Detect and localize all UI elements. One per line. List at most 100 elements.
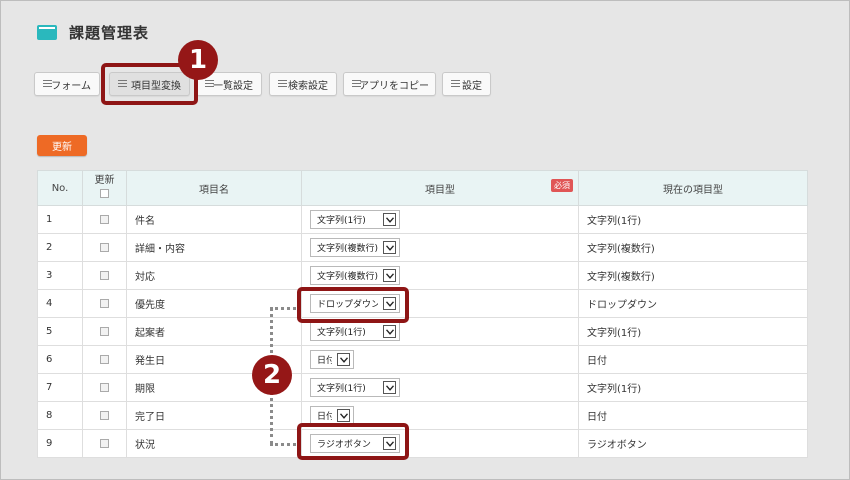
- row-update-cell: [82, 401, 127, 430]
- header-no: No.: [37, 170, 83, 206]
- table-row: 4 優先度 ドロップダウン ドロップダウン: [37, 289, 808, 318]
- field-type-value: 文字列(複数行): [317, 244, 378, 254]
- required-badge: 必須: [551, 179, 573, 192]
- row-field-name: 優先度: [126, 289, 302, 318]
- row-field-name: 完了日: [126, 401, 302, 430]
- row-number: 4: [37, 289, 83, 318]
- row-current-type: 文字列(複数行): [578, 261, 808, 290]
- row-update-checkbox[interactable]: [100, 326, 109, 336]
- step-badge-1: 1: [178, 40, 218, 80]
- table-row: 5 起案者 文字列(1行) 文字列(1行): [37, 317, 808, 346]
- row-update-checkbox[interactable]: [100, 270, 109, 280]
- field-table-wrapper: No. 更新 項目名 項目型 必須 現在の項目型 1 件名 文字列(1行) 文字列(1…: [37, 170, 808, 458]
- row-update-cell: [82, 261, 127, 290]
- row-field-name: 起案者: [126, 317, 302, 346]
- row-field-type-cell: 文字列(複数行): [301, 261, 579, 290]
- radio-highlight-box: [297, 423, 409, 460]
- field-type-select[interactable]: 文字列(1行): [310, 210, 400, 229]
- row-update-cell: [82, 317, 127, 346]
- row-update-checkbox[interactable]: [100, 214, 109, 224]
- row-number: 2: [37, 233, 83, 262]
- field-type-value: 文字列(1行): [317, 216, 366, 226]
- header-field-name: 項目名: [126, 170, 302, 206]
- chevron-down-icon: [383, 269, 396, 282]
- row-number: 5: [37, 317, 83, 346]
- row-update-checkbox[interactable]: [100, 438, 109, 448]
- row-update-checkbox[interactable]: [100, 354, 109, 364]
- row-update-checkbox[interactable]: [100, 298, 109, 308]
- row-update-checkbox[interactable]: [100, 410, 109, 420]
- tab-settings[interactable]: 設定: [442, 72, 491, 96]
- tab-search-settings[interactable]: 検索設定: [269, 72, 337, 96]
- chevron-down-icon: [383, 381, 396, 394]
- dropdown-highlight-box: [297, 287, 409, 323]
- list-icon: [205, 80, 214, 88]
- row-update-checkbox[interactable]: [100, 242, 109, 252]
- table-row: 2 詳細・内容 文字列(複数行) 文字列(複数行): [37, 233, 808, 262]
- tab-copy-app[interactable]: アプリをコピー: [343, 72, 436, 96]
- app-header: 課題管理表: [37, 22, 149, 42]
- connector-line-top: [270, 307, 296, 310]
- step-badge-2: 2: [252, 355, 292, 395]
- header-update: 更新: [82, 170, 127, 206]
- row-number: 8: [37, 401, 83, 430]
- list-icon: [43, 80, 52, 88]
- list-icon: [451, 80, 460, 88]
- row-update-cell: [82, 373, 127, 402]
- field-type-value: 日付: [317, 412, 332, 422]
- table-row: 3 対応 文字列(複数行) 文字列(複数行): [37, 261, 808, 290]
- row-number: 1: [37, 205, 83, 234]
- row-current-type: 日付: [578, 345, 808, 374]
- row-field-type-cell: 日付: [301, 345, 579, 374]
- row-update-cell: [82, 205, 127, 234]
- chevron-down-icon: [383, 325, 396, 338]
- row-current-type: 日付: [578, 401, 808, 430]
- table-row: 8 完了日 日付 日付: [37, 401, 808, 430]
- row-number: 3: [37, 261, 83, 290]
- chevron-down-icon: [383, 241, 396, 254]
- header-field-type: 項目型 必須: [301, 170, 579, 206]
- header-current-type: 現在の項目型: [578, 170, 808, 206]
- row-update-cell: [82, 289, 127, 318]
- row-update-cell: [82, 233, 127, 262]
- table-row: 6 発生日 日付 日付: [37, 345, 808, 374]
- update-button[interactable]: 更新: [37, 135, 87, 156]
- field-type-value: 文字列(複数行): [317, 272, 378, 282]
- table-row: 7 期限 文字列(1行) 文字列(1行): [37, 373, 808, 402]
- row-field-type-cell: 文字列(複数行): [301, 233, 579, 262]
- row-current-type: 文字列(1行): [578, 373, 808, 402]
- row-current-type: ラジオボタン: [578, 429, 808, 458]
- field-type-select[interactable]: 文字列(1行): [310, 322, 400, 341]
- field-type-select[interactable]: 日付: [310, 350, 354, 369]
- field-type-select[interactable]: 文字列(1行): [310, 378, 400, 397]
- field-type-value: 文字列(1行): [317, 384, 366, 394]
- row-field-name: 対応: [126, 261, 302, 290]
- row-current-type: 文字列(複数行): [578, 233, 808, 262]
- row-number: 9: [37, 429, 83, 458]
- row-number: 6: [37, 345, 83, 374]
- select-all-checkbox[interactable]: [100, 189, 109, 198]
- chevron-down-icon: [337, 353, 350, 366]
- row-update-cell: [82, 429, 127, 458]
- row-field-type-cell: 文字列(1行): [301, 373, 579, 402]
- connector-line-bottom: [270, 443, 296, 446]
- chevron-down-icon: [337, 409, 350, 422]
- row-number: 7: [37, 373, 83, 402]
- row-update-checkbox[interactable]: [100, 382, 109, 392]
- field-type-table: No. 更新 項目名 項目型 必須 現在の項目型 1 件名 文字列(1行) 文字列(1…: [37, 170, 808, 458]
- app-icon: [37, 24, 57, 40]
- field-type-value: 文字列(1行): [317, 328, 366, 338]
- table-row: 1 件名 文字列(1行) 文字列(1行): [37, 205, 808, 234]
- row-field-type-cell: 文字列(1行): [301, 205, 579, 234]
- app-title: 課題管理表: [69, 23, 150, 42]
- table-row: 9 状況 ラジオボタン ラジオボタン: [37, 429, 808, 458]
- table-header-row: No. 更新 項目名 項目型 必須 現在の項目型: [37, 170, 808, 206]
- field-type-select[interactable]: 文字列(複数行): [310, 266, 400, 285]
- chevron-down-icon: [383, 213, 396, 226]
- field-type-select[interactable]: 文字列(複数行): [310, 238, 400, 257]
- tab-form[interactable]: フォーム: [34, 72, 100, 96]
- list-icon: [278, 80, 287, 88]
- row-current-type: ドロップダウン: [578, 289, 808, 318]
- row-field-name: 詳細・内容: [126, 233, 302, 262]
- row-field-name: 件名: [126, 205, 302, 234]
